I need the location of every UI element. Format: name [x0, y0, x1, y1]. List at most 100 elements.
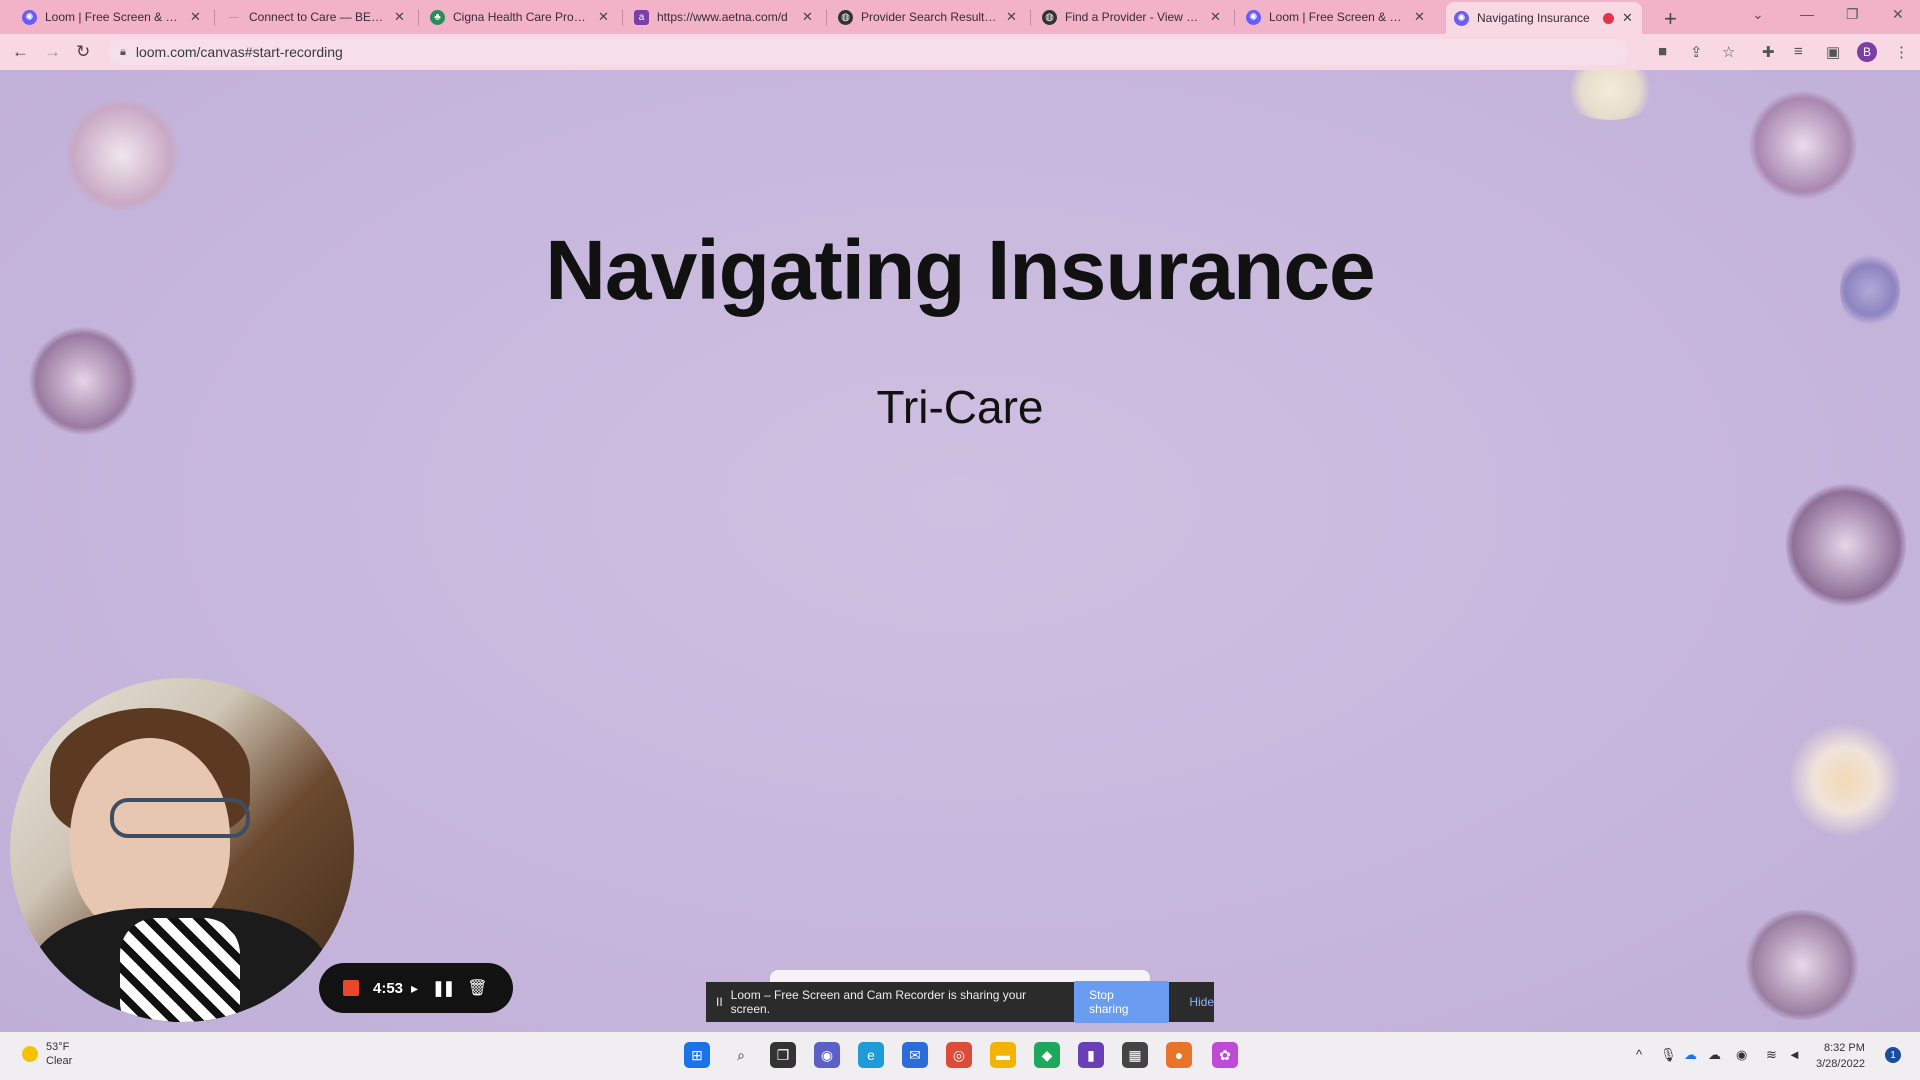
task-view-icon[interactable]: ❐: [770, 1042, 796, 1068]
microphone-icon[interactable]: 🎙︎: [1660, 1047, 1677, 1063]
mail-icon[interactable]: ✉: [902, 1042, 928, 1068]
close-icon[interactable]: ✕: [1414, 9, 1426, 25]
menu-kebab-icon[interactable]: ⋮: [1894, 43, 1909, 61]
star-icon[interactable]: ☆: [1722, 43, 1735, 61]
stop-sharing-button[interactable]: Stop sharing: [1074, 981, 1170, 1023]
close-icon[interactable]: ✕: [394, 9, 406, 25]
stop-recording-button[interactable]: [343, 980, 359, 996]
globe-icon: ◍: [1042, 9, 1057, 25]
new-tab-button[interactable]: +: [1664, 6, 1677, 32]
reading-list-icon[interactable]: ≡: [1794, 43, 1803, 60]
tab-divider: [826, 10, 827, 26]
close-icon[interactable]: ✕: [1622, 10, 1634, 26]
pause-glyph-icon: II: [716, 995, 723, 1009]
tab-title: Connect to Care — BEMor: [249, 10, 386, 24]
pause-button[interactable]: ❚❚: [432, 979, 455, 997]
flower-decoration: [1742, 910, 1862, 1020]
onedrive-cloud-icon[interactable]: ☁: [1684, 1047, 1697, 1063]
back-button[interactable]: ←: [12, 42, 29, 62]
windows-start-icon[interactable]: ⊞: [684, 1042, 710, 1068]
wifi-icon[interactable]: ≋: [1766, 1047, 1777, 1063]
tab-provider-search[interactable]: ◍ Provider Search Results | A ✕: [830, 4, 1026, 30]
loom-icon: ✺: [22, 9, 37, 25]
file-explorer-icon[interactable]: ▬: [990, 1042, 1016, 1068]
close-icon[interactable]: ✕: [1210, 9, 1222, 25]
mic-tray-icon[interactable]: ◉: [1736, 1047, 1747, 1063]
recording-controls: 4:53 ▸ ❚❚ 🗑︎: [319, 963, 513, 1013]
tab-divider: [622, 10, 623, 26]
tab-strip: ✺ Loom | Free Screen & Vide ✕ — Connect …: [0, 0, 1920, 34]
search-icon[interactable]: ⌕: [728, 1042, 754, 1068]
camera-icon[interactable]: ■: [1658, 43, 1667, 60]
webcam-person-glasses: [110, 798, 250, 838]
globe-icon: ◍: [838, 9, 853, 25]
url-text: loom.com/canvas#start-recording: [135, 44, 343, 60]
minimize-button[interactable]: —: [1800, 6, 1814, 22]
webcam-bubble[interactable]: [10, 678, 354, 1022]
maps-pin-icon[interactable]: ●: [1166, 1042, 1192, 1068]
cigna-tree-icon: ♣: [430, 9, 445, 25]
tab-navigating-insurance[interactable]: ✺ Navigating Insurance ✕: [1446, 2, 1642, 34]
reload-button[interactable]: ↻: [76, 42, 90, 62]
tab-cigna[interactable]: ♣ Cigna Health Care Provide ✕: [422, 4, 618, 30]
tab-divider: [1030, 10, 1031, 26]
restore-button[interactable]: ❐: [1846, 6, 1859, 23]
aetna-a-icon: a: [634, 9, 649, 25]
cursor-icon: ▸: [411, 979, 419, 996]
extensions-icon[interactable]: ✚: [1762, 43, 1775, 61]
recording-timer: 4:53: [373, 979, 404, 997]
tab-find-provider[interactable]: ◍ Find a Provider - View Res ✕: [1034, 4, 1230, 30]
chevron-up-icon[interactable]: ^: [1636, 1047, 1642, 1062]
close-icon[interactable]: ✕: [598, 9, 610, 25]
close-icon[interactable]: ✕: [1006, 9, 1018, 25]
flower-decoration: [1786, 480, 1906, 610]
tab-title: https://www.aetna.com/d: [657, 10, 788, 24]
webcam-person-scarf: [120, 918, 240, 1022]
tab-connect-to-care[interactable]: — Connect to Care — BEMor ✕: [218, 4, 414, 30]
system-clock[interactable]: 8:32 PM 3/28/2022: [1816, 1040, 1865, 1072]
address-bar[interactable]: 🔒︎ loom.com/canvas#start-recording: [108, 39, 1628, 65]
taskbar: 53°F Clear ⊞ ⌕ ❐ ◉ e ✉ ◎ ▬ ◆ ▮ ▦ ● ✿ ^ 🎙…: [0, 1032, 1920, 1080]
forward-button[interactable]: →: [44, 42, 61, 62]
green-app-icon[interactable]: ◆: [1034, 1042, 1060, 1068]
moon-icon: [22, 1046, 38, 1062]
tab-divider: [214, 10, 215, 26]
speaker-icon[interactable]: ◄: [1788, 1047, 1801, 1062]
notification-badge[interactable]: 1: [1885, 1047, 1901, 1063]
slide-subtitle: Tri-Care: [876, 381, 1044, 433]
flower-decoration: [1790, 720, 1900, 840]
tab-aetna[interactable]: a https://www.aetna.com/d ✕: [626, 4, 822, 30]
chrome-icon[interactable]: ◎: [946, 1042, 972, 1068]
tab-loom-1[interactable]: ✺ Loom | Free Screen & Vide ✕: [14, 4, 210, 30]
trash-icon[interactable]: 🗑︎: [467, 978, 487, 998]
dash-icon: —: [228, 11, 239, 23]
close-icon[interactable]: ✕: [190, 9, 202, 25]
sharing-message: Loom – Free Screen and Cam Recorder is s…: [730, 988, 1027, 1016]
tab-title: Find a Provider - View Res: [1065, 10, 1202, 24]
clock-time: 8:32 PM: [1823, 1042, 1865, 1054]
flower-decoration: [62, 100, 182, 210]
tab-title: Provider Search Results | A: [861, 10, 998, 24]
loom-icon: ✺: [1454, 10, 1469, 26]
teams-chat-icon[interactable]: ◉: [814, 1042, 840, 1068]
tab-title: Cigna Health Care Provide: [453, 10, 590, 24]
weather-temp: 53°F: [46, 1041, 70, 1053]
purple-app-icon[interactable]: ▮: [1078, 1042, 1104, 1068]
slide-title: Navigating Insurance: [545, 223, 1376, 317]
clock-date: 3/28/2022: [1816, 1058, 1865, 1070]
calculator-icon[interactable]: ▦: [1122, 1042, 1148, 1068]
tab-loom-2[interactable]: ✺ Loom | Free Screen & Vide ✕: [1238, 4, 1434, 30]
colorful-app-icon[interactable]: ✿: [1212, 1042, 1238, 1068]
share-icon[interactable]: ⇪: [1690, 43, 1703, 61]
hide-button[interactable]: Hide: [1189, 995, 1214, 1009]
profile-avatar[interactable]: B: [1857, 42, 1877, 62]
tab-divider: [1234, 10, 1235, 26]
cloud-icon[interactable]: ☁: [1708, 1047, 1721, 1063]
sidebar-icon[interactable]: ▣: [1826, 43, 1840, 61]
edge-icon[interactable]: e: [858, 1042, 884, 1068]
close-icon[interactable]: ✕: [802, 9, 814, 25]
weather-widget[interactable]: 53°F Clear: [22, 1040, 72, 1068]
screen-sharing-bar: II Loom – Free Screen and Cam Recorder i…: [706, 981, 1214, 1023]
window-close-button[interactable]: ✕: [1892, 6, 1904, 23]
chevron-down-icon[interactable]: ⌄: [1752, 6, 1764, 23]
